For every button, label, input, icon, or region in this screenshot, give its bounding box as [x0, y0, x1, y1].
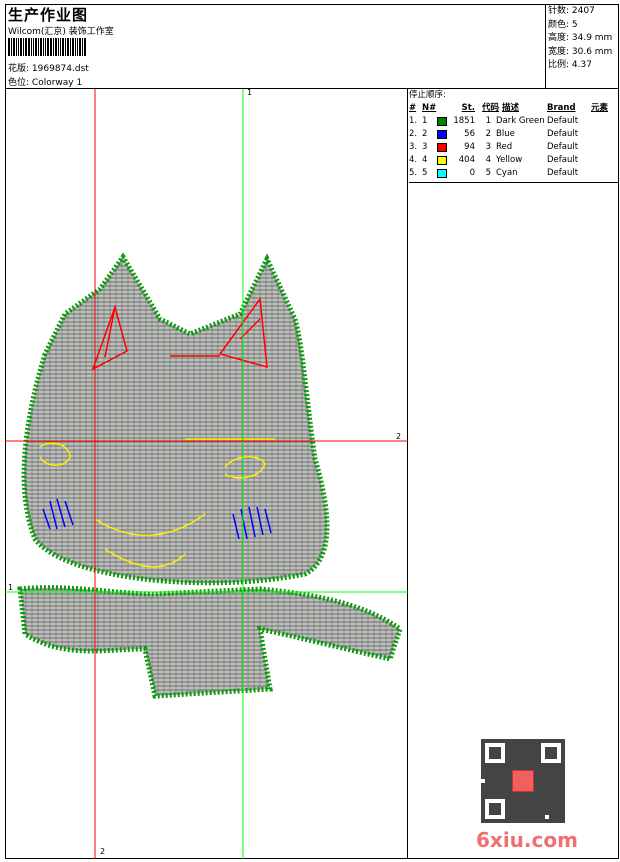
color-swatch	[437, 130, 447, 139]
row-code: 5	[485, 168, 491, 178]
row-index: 1.	[409, 116, 418, 126]
row-brand: Default	[547, 142, 579, 152]
colorway: 色位: Colorway 1	[8, 75, 82, 88]
col-needle: N#	[422, 103, 437, 113]
stitch-count: 针数: 2407	[548, 6, 595, 16]
row-description: Blue	[496, 129, 515, 139]
row-code: 2	[485, 129, 491, 139]
seal-logo	[512, 770, 534, 792]
col-element: 元素	[591, 103, 609, 113]
divider	[409, 182, 619, 183]
stop-sequence-table: 停止顺序: # N# St. 代码 描述 Brand 元素 1. 1 1851 1 Da…	[409, 89, 619, 180]
design-file: 花版: 1969874.dst	[8, 61, 89, 74]
row-brand: Default	[547, 155, 579, 165]
design-width: 宽度: 30.6 mm	[548, 46, 613, 57]
barcode	[8, 38, 118, 56]
guide-label-right: 2	[396, 432, 402, 441]
table-row: 4. 4 404 4 Yellow Default	[409, 154, 619, 167]
guide-label-left: 1	[8, 583, 14, 592]
page-title: 生产作业图	[8, 6, 89, 24]
row-description: Cyan	[496, 168, 518, 178]
table-row: 3. 3 94 3 Red Default	[409, 141, 619, 154]
design-file-value: 1969874.dst	[31, 64, 89, 74]
row-index: 5.	[409, 168, 418, 178]
color-count: 颜色: 5	[548, 19, 578, 30]
col-index: #	[409, 103, 417, 113]
embroidery-canvas	[5, 89, 408, 859]
row-stitches: 0	[469, 168, 475, 178]
table-row: 2. 2 56 2 Blue Default	[409, 128, 619, 141]
qr-code	[481, 739, 565, 823]
color-swatch	[437, 143, 447, 152]
table-row: 1. 1 1851 1 Dark Green Default	[409, 115, 619, 128]
design-label: 花版:	[8, 64, 30, 74]
stop-sequence-title: 停止顺序:	[409, 90, 446, 100]
col-brand: Brand	[547, 103, 576, 113]
row-stitches: 1851	[453, 116, 475, 126]
row-needle: 5	[422, 168, 428, 178]
row-index: 4.	[409, 155, 418, 165]
row-stitches: 94	[464, 142, 475, 152]
color-swatch	[437, 117, 447, 126]
row-code: 4	[485, 155, 491, 165]
design-info: 针数: 2407 颜色: 5 高度: 34.9 mm 宽度: 30.6 mm 比…	[545, 4, 619, 88]
row-stitches: 404	[458, 155, 475, 165]
row-description: Dark Green	[496, 116, 545, 126]
col-description: 描述	[502, 103, 520, 113]
row-index: 2.	[409, 129, 418, 139]
color-swatch	[437, 169, 447, 178]
guide-label-bottom: 2	[100, 847, 106, 856]
row-brand: Default	[547, 116, 579, 126]
row-brand: Default	[547, 129, 579, 139]
colorway-value: Colorway 1	[31, 78, 83, 88]
row-index: 3.	[409, 142, 418, 152]
colorway-label: 色位:	[8, 78, 30, 88]
col-code: 代码	[481, 103, 499, 113]
cat-body	[17, 252, 403, 699]
company-name: Wilcom(汇京) 装饰工作室	[8, 27, 114, 37]
design-preview: 1 2 1 2	[5, 88, 408, 859]
row-code: 1	[485, 116, 491, 126]
table-header: # N# St. 代码 描述 Brand 元素	[409, 102, 619, 115]
row-stitches: 56	[464, 129, 475, 139]
guide-label-top: 1	[247, 88, 253, 97]
table-row: 5. 5 0 5 Cyan Default	[409, 167, 619, 180]
row-code: 3	[485, 142, 491, 152]
row-needle: 4	[422, 155, 428, 165]
watermark-logo: 6xiu.com	[476, 828, 578, 852]
design-height: 高度: 34.9 mm	[548, 33, 613, 43]
row-description: Yellow	[496, 155, 523, 165]
row-brand: Default	[547, 168, 579, 178]
col-stitches: St.	[461, 103, 475, 113]
color-swatch	[437, 156, 447, 165]
row-needle: 3	[422, 142, 428, 152]
row-needle: 2	[422, 129, 428, 139]
design-scale: 比例: 4.37	[548, 60, 592, 70]
row-needle: 1	[422, 116, 428, 126]
row-description: Red	[496, 142, 513, 152]
